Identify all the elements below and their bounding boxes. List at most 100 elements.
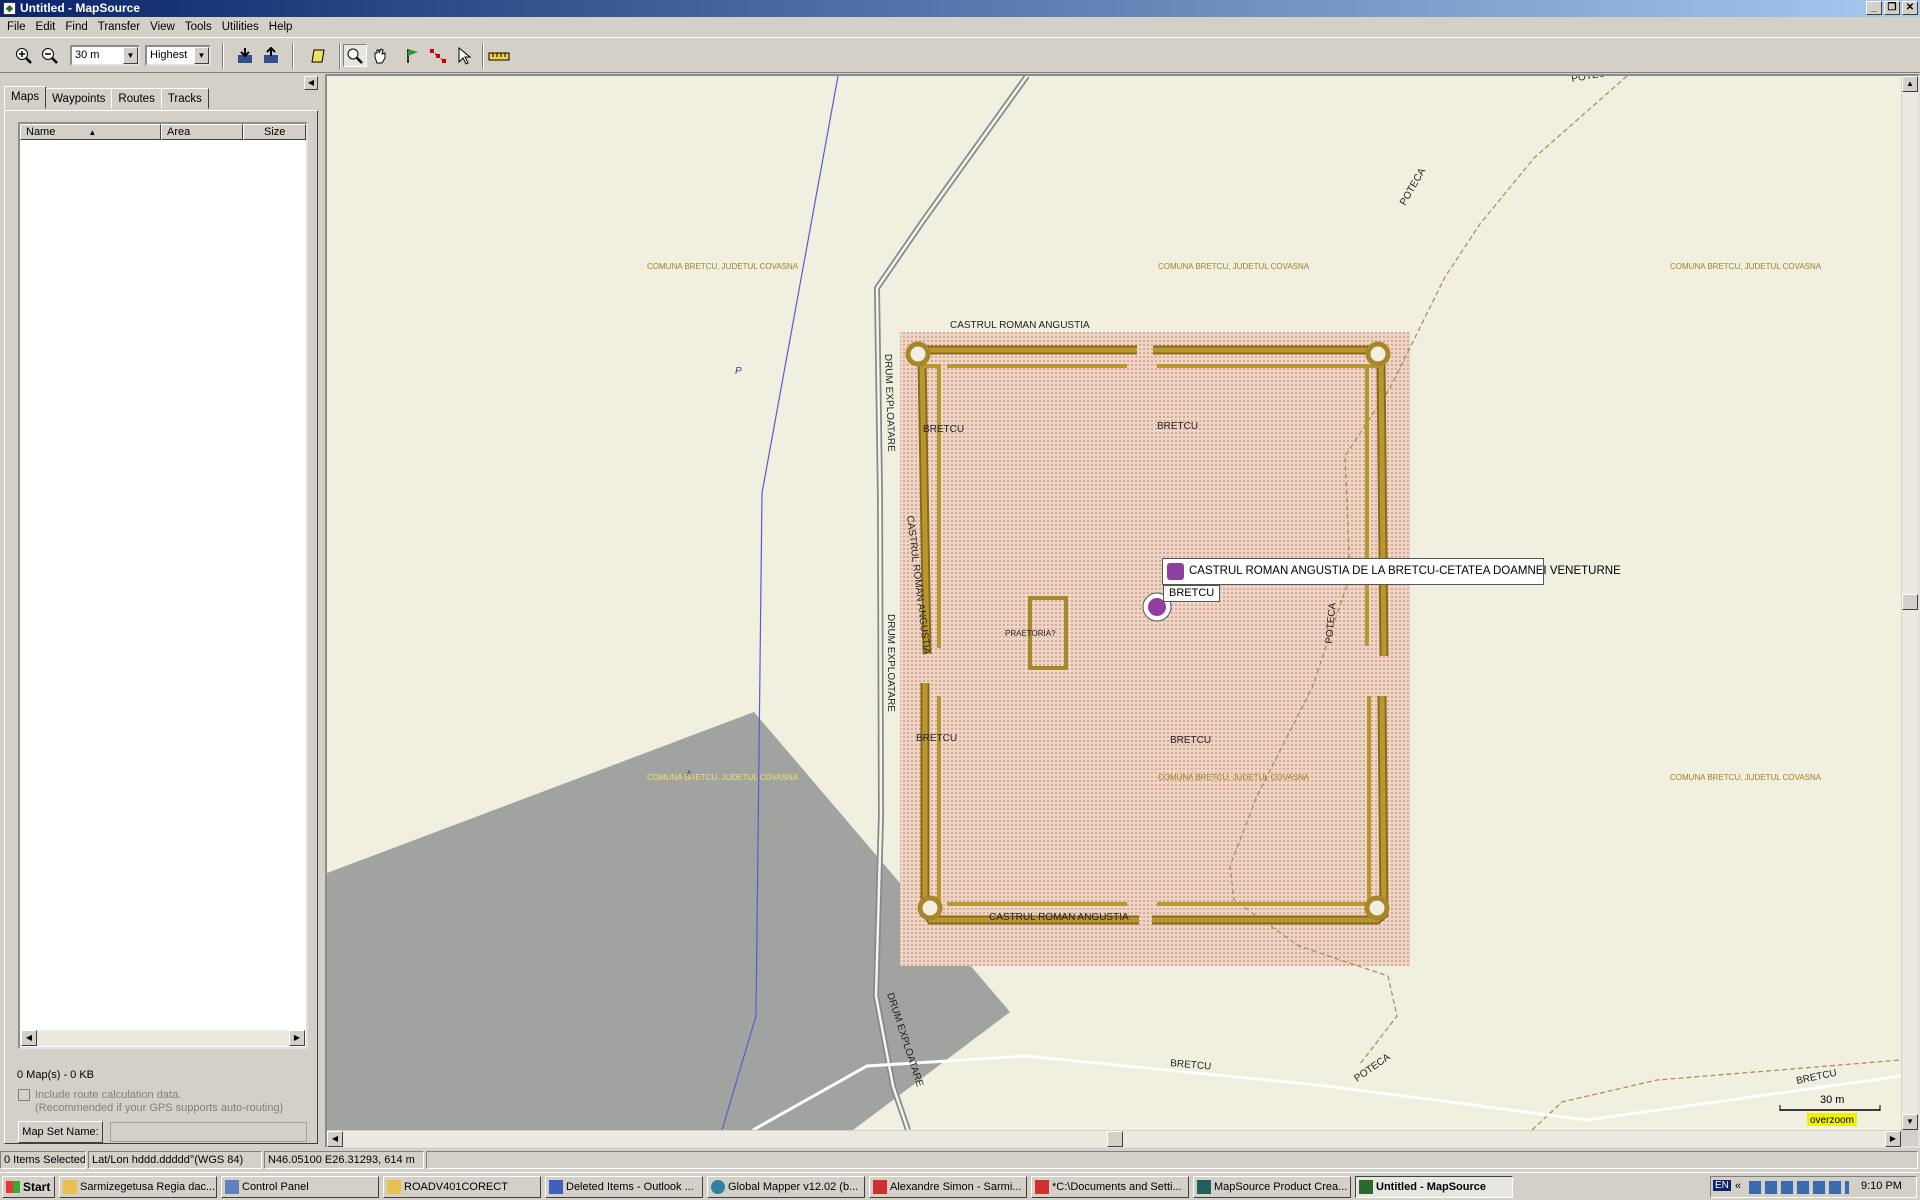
- menu-utilities[interactable]: Utilities: [217, 17, 264, 37]
- scroll-right-icon[interactable]: ▶: [289, 1030, 305, 1046]
- toolbar-separator: [339, 43, 341, 69]
- taskbar-item-label: MapSource Product Crea...: [1214, 1181, 1348, 1193]
- scroll-right-icon[interactable]: ▶: [1885, 1131, 1901, 1147]
- document-icon: [1035, 1180, 1049, 1194]
- status-format: Lat/Lon hddd.ddddd°(WGS 84): [88, 1151, 262, 1169]
- restore-button[interactable]: ❐: [1884, 1, 1900, 15]
- route-calc-checkbox[interactable]: [18, 1089, 30, 1101]
- map-svg[interactable]: P A COMUNA BRETCU, JUDETUL COVASNA COMUN…: [327, 76, 1901, 1130]
- zoom-out-icon[interactable]: [38, 44, 62, 67]
- column-name[interactable]: Name ▲: [20, 124, 161, 140]
- menu-edit[interactable]: Edit: [31, 17, 61, 37]
- start-button[interactable]: Start: [2, 1176, 55, 1198]
- menu-find[interactable]: Find: [60, 17, 92, 37]
- chevron-down-icon[interactable]: ▼: [194, 47, 209, 64]
- menu-transfer[interactable]: Transfer: [93, 17, 145, 37]
- scroll-left-icon[interactable]: ◀: [21, 1030, 37, 1046]
- collapse-panel-button[interactable]: ◀: [304, 76, 318, 90]
- taskbar-item-label: Untitled - MapSource: [1376, 1181, 1487, 1193]
- tab-maps[interactable]: Maps: [4, 86, 47, 109]
- column-size[interactable]: Size: [243, 124, 306, 140]
- poi-label: BRETCU: [1163, 585, 1221, 602]
- taskbar-item-outlook[interactable]: Deleted Items - Outlook ...: [545, 1176, 703, 1198]
- menu-help[interactable]: Help: [264, 17, 298, 37]
- toolbar: 30 m ▼ Highest ▼: [0, 37, 1920, 73]
- zoom-in-icon[interactable]: [12, 44, 36, 67]
- map-view[interactable]: P A COMUNA BRETCU, JUDETUL COVASNA COMUN…: [325, 74, 1920, 1148]
- status-empty: [426, 1151, 1918, 1169]
- status-selected: 0 Items Selected: [0, 1151, 86, 1169]
- scroll-left-icon[interactable]: ◀: [327, 1131, 343, 1147]
- map-tool-icon[interactable]: [306, 44, 330, 67]
- map-vertical-scrollbar[interactable]: ▲ ▼: [1902, 76, 1918, 1130]
- title-bar: ◆ Untitled - MapSource _ ❐ ✕: [0, 0, 1920, 17]
- toolbar-separator: [482, 43, 484, 69]
- taskbar-item-sarmizegetusa[interactable]: Sarmizegetusa Regia dac...: [59, 1176, 217, 1198]
- p-marker: P: [735, 366, 742, 377]
- selection-tool-icon[interactable]: [452, 44, 476, 67]
- start-label: Start: [23, 1180, 51, 1194]
- fort-area: [900, 332, 1410, 966]
- distance-tool-icon[interactable]: [487, 44, 511, 67]
- column-area[interactable]: Area: [161, 124, 243, 140]
- tooltip-text: CASTRUL ROMAN ANGUSTIA DE LA BRETCU-CETA…: [1189, 565, 1621, 577]
- taskbar-item-label: Control Panel: [242, 1181, 309, 1193]
- mapsource-app-icon[interactable]: ◆: [3, 2, 16, 15]
- folder-icon: [63, 1180, 77, 1194]
- close-button[interactable]: ✕: [1902, 1, 1918, 15]
- send-to-device-icon[interactable]: [259, 44, 283, 67]
- zoom-tool-icon[interactable]: [343, 44, 367, 67]
- taskbar-item-roadv401[interactable]: ROADV401CORECT: [383, 1176, 541, 1198]
- taskbar-item-label: Alexandre Simon - Sarmi...: [890, 1181, 1022, 1193]
- comuna-label: COMUNA BRETCU, JUDETUL COVASNA: [1158, 773, 1310, 782]
- map-horizontal-scrollbar[interactable]: ◀ ▶: [327, 1131, 1901, 1147]
- hand-tool-icon[interactable]: [368, 44, 392, 67]
- scroll-up-icon[interactable]: ▲: [1902, 76, 1918, 92]
- menu-view[interactable]: View: [145, 17, 180, 37]
- list-horizontal-scrollbar[interactable]: ◀ ▶: [21, 1030, 305, 1046]
- chevron-down-icon[interactable]: ▼: [123, 47, 138, 64]
- taskbar-item-documents[interactable]: *C:\Documents and Setti...: [1031, 1176, 1189, 1198]
- tray-icons[interactable]: [1749, 1181, 1849, 1194]
- taskbar-item-global-mapper[interactable]: Global Mapper v12.02 (b...: [707, 1176, 865, 1198]
- taskbar-item-control-panel[interactable]: Control Panel: [221, 1176, 379, 1198]
- taskbar-item-alexandre-simon[interactable]: Alexandre Simon - Sarmi...: [869, 1176, 1027, 1198]
- detail-level-select[interactable]: Highest ▼: [145, 45, 211, 66]
- tower-sw: [917, 895, 943, 921]
- taskbar-item-label: Deleted Items - Outlook ...: [566, 1181, 694, 1193]
- horizontal-scroll-thumb[interactable]: [1107, 1131, 1123, 1147]
- tray-expand-icon[interactable]: «: [1735, 1180, 1741, 1192]
- globe-icon: [711, 1180, 725, 1194]
- taskbar-item-mapsource-product[interactable]: MapSource Product Crea...: [1193, 1176, 1351, 1198]
- menu-tools[interactable]: Tools: [180, 17, 217, 37]
- menu-file[interactable]: File: [2, 17, 31, 37]
- outlook-icon: [549, 1180, 563, 1194]
- map-canvas[interactable]: P A COMUNA BRETCU, JUDETUL COVASNA COMUN…: [327, 76, 1901, 1130]
- comuna-label: COMUNA BRETCU, JUDETUL COVASNA: [1670, 262, 1822, 271]
- receive-from-device-icon[interactable]: [233, 44, 257, 67]
- tab-tracks[interactable]: Tracks: [160, 88, 209, 109]
- vertical-scroll-thumb[interactable]: [1902, 594, 1918, 610]
- waypoint-tool-icon[interactable]: [400, 44, 424, 67]
- castrul-label: CASTRUL ROMAN ANGUSTIA: [989, 912, 1129, 923]
- bretcu-label: BRETCU: [923, 424, 964, 435]
- drum-label: DRUM EXPLOATARE: [882, 354, 896, 453]
- taskbar-item-untitled-mapsource[interactable]: Untitled - MapSource: [1355, 1176, 1513, 1198]
- map-set-name-button[interactable]: Map Set Name:: [18, 1121, 103, 1143]
- maps-list[interactable]: Name ▲ Area Size ◀ ▶: [18, 122, 308, 1049]
- tab-waypoints[interactable]: Waypoints: [45, 88, 113, 109]
- map-set-name-input[interactable]: [110, 1122, 307, 1142]
- status-bar: 0 Items Selected Lat/Lon hddd.ddddd°(WGS…: [0, 1151, 1920, 1171]
- zoom-scale-select[interactable]: 30 m ▼: [70, 45, 140, 66]
- menu-bar: File Edit Find Transfer View Tools Utili…: [0, 17, 1920, 37]
- bretcu-label: BRETCU: [1170, 735, 1211, 746]
- route-tool-icon[interactable]: [426, 44, 450, 67]
- minimize-button[interactable]: _: [1866, 1, 1882, 15]
- scroll-down-icon[interactable]: ▼: [1902, 1114, 1918, 1130]
- bretcu-label: BRETCU: [916, 733, 957, 744]
- tab-routes[interactable]: Routes: [111, 88, 162, 109]
- toolbar-separator: [292, 43, 294, 69]
- map-count-text: 0 Map(s) - 0 KB: [17, 1069, 95, 1081]
- taskbar-item-label: Global Mapper v12.02 (b...: [728, 1181, 859, 1193]
- language-indicator[interactable]: EN: [1713, 1180, 1731, 1191]
